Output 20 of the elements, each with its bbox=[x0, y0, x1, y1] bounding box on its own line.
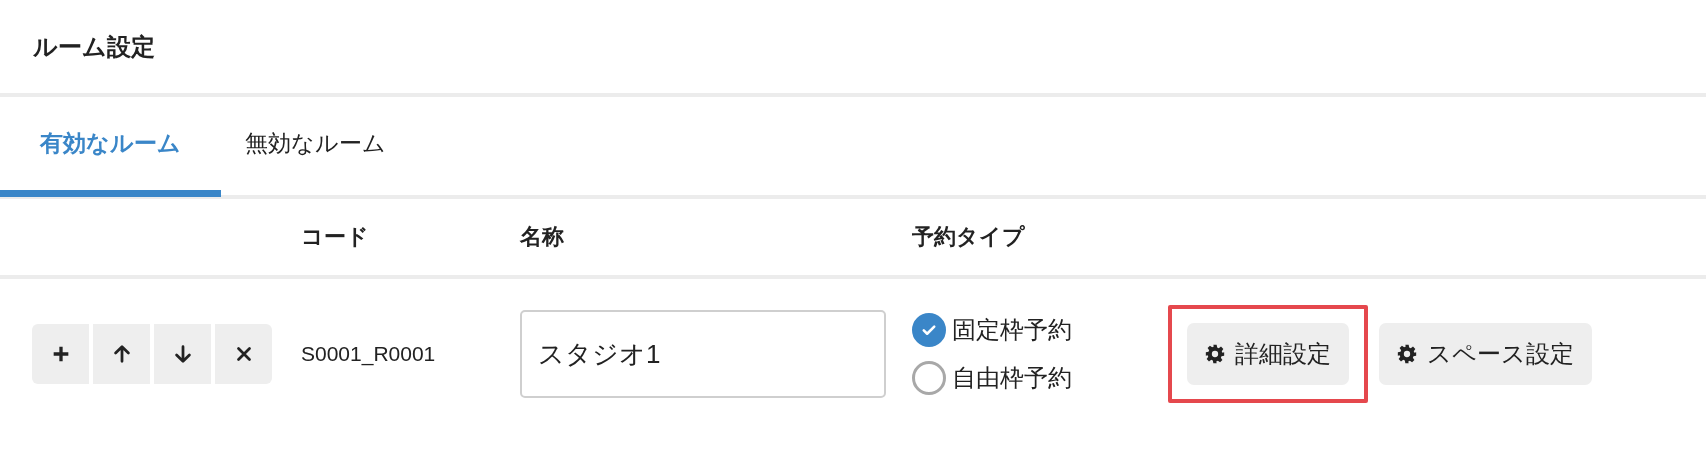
radio-button[interactable] bbox=[912, 361, 946, 395]
name-field[interactable]: スタジオ1 bbox=[520, 310, 886, 398]
gear-icon bbox=[1205, 344, 1225, 364]
gear-icon bbox=[1397, 344, 1417, 364]
radio-option[interactable]: 自由枠予約 bbox=[912, 361, 1168, 395]
radio-button[interactable] bbox=[912, 313, 946, 347]
down-arrow-button[interactable] bbox=[154, 324, 211, 384]
radio-option[interactable]: 固定枠予約 bbox=[912, 313, 1168, 347]
tab[interactable]: 有効なルーム bbox=[0, 97, 221, 197]
table-cell-text: S0001_R0001 bbox=[301, 342, 437, 366]
column-header: 名称 bbox=[520, 223, 565, 251]
up-arrow-button[interactable] bbox=[93, 324, 150, 384]
page-title: ルーム設定 bbox=[33, 31, 155, 62]
close-button[interactable] bbox=[215, 324, 272, 384]
column-header: コード bbox=[301, 223, 370, 251]
settings-button[interactable]: スペース設定 bbox=[1379, 323, 1592, 385]
tab[interactable]: 無効なルーム bbox=[221, 97, 410, 197]
plus-button[interactable] bbox=[32, 324, 89, 384]
settings-button[interactable]: 詳細設定 bbox=[1187, 323, 1349, 385]
column-header: 予約タイプ bbox=[912, 223, 1026, 251]
